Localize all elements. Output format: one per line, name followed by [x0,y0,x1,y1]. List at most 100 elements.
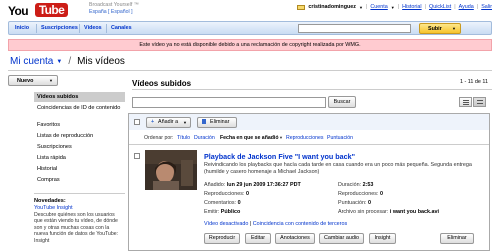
quicklist-link[interactable]: QuickList [429,4,451,10]
history-link[interactable]: Historial [402,4,421,10]
divider [36,24,37,33]
trash-icon [202,119,206,125]
play-button[interactable]: Reproducir [204,233,240,244]
plays-value: 0 [379,191,383,197]
sidebar-item-quicklist[interactable]: Lista rápida [37,155,66,161]
sort-views[interactable]: Reproducciones [286,135,324,141]
logo-you-text: You [8,4,29,18]
chevron-down-icon[interactable]: ▼ [56,59,62,65]
raw-file-value: i want you back.avi [389,209,439,215]
added-value: lun 29 jun 2009 17:36:27 PDT [226,182,301,188]
search-input[interactable] [298,24,411,33]
logout-link[interactable]: Salir [481,4,492,10]
comments-label: Comentarios: [204,200,237,206]
raw-file-row: Archivo sin procesar: i want you back.av… [338,209,439,215]
nav-videos[interactable]: Vídeos [84,25,102,31]
video-title-link[interactable]: Playback de Jackson Five "I want you bac… [204,152,355,161]
insight-link[interactable]: YouTube Insight [34,205,73,211]
sort-rating[interactable]: Puntuación [327,135,353,141]
chevron-down-icon: ▼ [49,78,53,83]
account-breadcrumb[interactable]: Mi cuenta [10,56,53,67]
news-text: Descubre quiénes son los usuarios que es… [34,212,119,244]
sidebar-item-subscriptions[interactable]: Suscripciones [37,144,72,150]
video-status: Vídeo desactivado | Coincidencia con con… [204,221,347,227]
privacy-value: Público [220,209,241,215]
nav-channels[interactable]: Canales [111,25,132,31]
third-party-match-link[interactable]: Coincidencia con contenido de terceros [253,221,347,227]
list-view-icon[interactable] [459,97,472,107]
divider: | [424,4,427,10]
sort-duration[interactable]: Duración [194,135,215,141]
region-selector[interactable]: España [ Español ] [89,9,133,15]
chevron-down-icon: ▼ [279,135,283,140]
nav-subscriptions[interactable]: Suscripciones [41,25,78,31]
add-to-label: Añadir a [158,119,179,125]
video-checkbox[interactable] [134,153,140,159]
views-row: Reproducciones: 0 [204,191,249,197]
sidebar-item-history[interactable]: Historial [37,166,57,172]
new-button-label: Nuevo [17,78,34,84]
tagline: Broadcast Yourself ™ [89,2,139,8]
raw-file-label: Archivo sin procesar: [338,209,389,215]
chevron-down-icon[interactable]: ▼ [391,5,395,10]
account-link[interactable]: Cuenta [370,4,387,10]
plus-icon: + [151,119,155,125]
chevron-down-icon: ▼ [183,120,187,125]
select-all-checkbox[interactable] [134,119,140,125]
views-label: Reproducciones: [204,191,245,197]
plays-row: Reproducciones: 0 [338,191,383,197]
divider: | [365,4,368,10]
delete-video-button[interactable]: Eliminar [440,233,474,244]
section-title: Vídeos subidos [132,79,192,88]
views-value: 0 [245,191,249,197]
added-label: Añadido: [204,182,226,188]
sidebar-item-playlists[interactable]: Listas de reproducción [37,133,93,139]
thumbnail-image [145,150,197,190]
account-links: cristinadominguez ▼ | Cuenta ▼ | Histori… [297,4,492,10]
username-link[interactable]: cristinadominguez [308,4,356,10]
plays-label: Reproducciones: [338,191,379,197]
divider: | [397,4,400,10]
divider [106,24,107,33]
sidebar-item-purchases[interactable]: Compras [37,177,60,183]
page-title: Mis vídeos [77,56,125,67]
sort-title[interactable]: Título [177,135,190,141]
videos-search-input[interactable] [132,97,326,108]
divider: | [476,4,479,10]
main-nav: Inicio Suscripciones Vídeos Canales Subi… [8,21,492,35]
chevron-down-icon[interactable]: ▼ [359,5,363,10]
edit-button[interactable]: Editar [245,233,271,244]
sort-date-added[interactable]: Fecha en que se añadió [220,135,279,141]
detail-view-icon[interactable] [473,97,486,107]
delete-button[interactable]: Eliminar [197,117,237,128]
breadcrumb: Mi cuenta ▼ / Mis vídeos [10,56,125,67]
duration-row: Duración: 2:53 [338,182,373,188]
search-button[interactable]: Buscar [328,96,356,108]
inbox-icon[interactable] [297,4,306,10]
comments-row: Comentarios: 0 [204,200,241,206]
upload-button[interactable]: Subir ▼ [419,23,461,34]
sidebar-item-uploaded[interactable]: Vídeos subidos [37,94,78,100]
video-thumbnail[interactable] [145,150,197,190]
copyright-warning: Este vídeo ya no está disponible debido … [8,39,492,51]
divider [132,89,492,90]
sort-bar: Ordenar por: Título Duración Fecha en qu… [129,133,489,143]
insight-button[interactable]: Insight [369,233,396,244]
sidebar-item-favorites[interactable]: Favoritos [37,122,60,128]
help-link[interactable]: Ayuda [459,4,474,10]
nav-home[interactable]: Inicio [15,25,29,31]
icon-line [463,104,469,105]
youtube-logo[interactable]: You Tube [8,3,78,21]
icon-line [477,103,483,104]
add-to-button[interactable]: + Añadir a ▼ [146,117,191,128]
annotations-button[interactable]: Anotaciones [275,233,315,244]
divider [129,144,489,145]
privacy-row: Emitir: Público [204,209,240,215]
status-disabled-link[interactable]: Vídeo desactivado [204,221,248,227]
sidebar-item-content-id[interactable]: Coincidencias de ID de contenido [37,105,123,112]
change-audio-button[interactable]: Cambiar audio [319,233,364,244]
privacy-label: Emitir: [204,209,220,215]
duration-value: 2:53 [362,182,374,188]
new-button[interactable]: Nuevo ▼ [8,75,58,86]
delete-label: Eliminar [210,119,230,125]
